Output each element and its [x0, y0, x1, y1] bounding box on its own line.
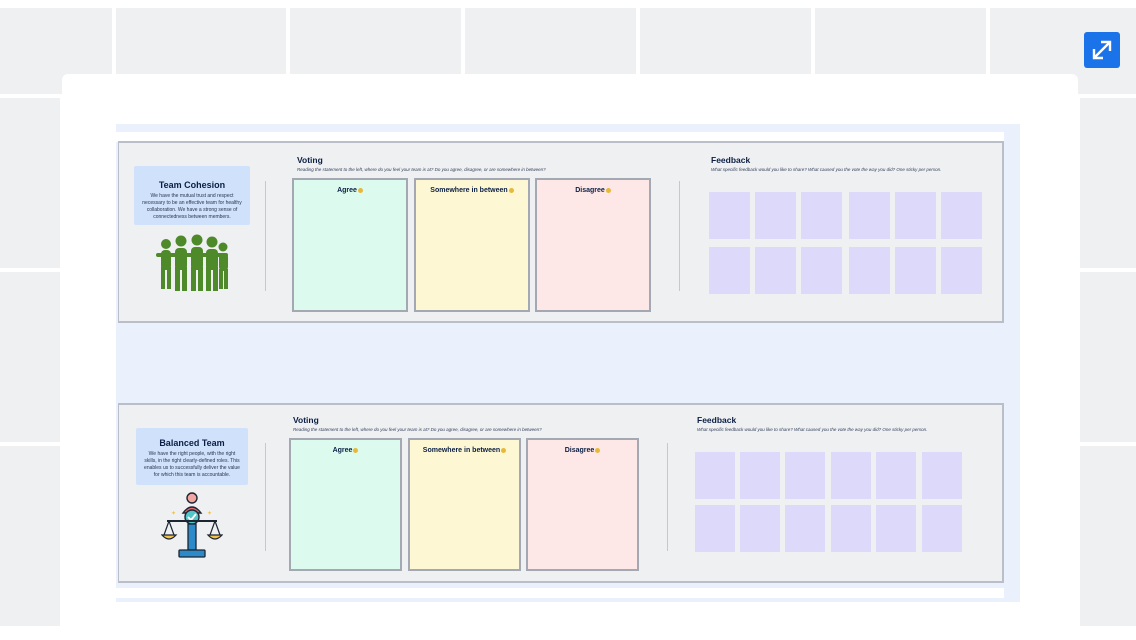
team-group-icon	[156, 234, 228, 291]
balance-scale-person-icon: ✦ ✦	[161, 492, 223, 558]
feedback-title: Feedback	[711, 155, 751, 165]
sticky-note[interactable]	[831, 505, 871, 552]
emoji-icon	[353, 447, 359, 453]
emoji-icon	[508, 187, 514, 193]
emoji-icon	[605, 187, 611, 193]
vote-area-between[interactable]: Somewhere in between	[408, 438, 521, 571]
sticky-note[interactable]	[785, 505, 825, 552]
sticky-note[interactable]	[755, 247, 796, 294]
sticky-note[interactable]	[709, 247, 750, 294]
vote-label: Somewhere in between	[422, 447, 501, 454]
sticky-note[interactable]	[895, 192, 936, 239]
vote-area-disagree[interactable]: Disagree	[535, 178, 651, 312]
sticky-note[interactable]	[849, 247, 890, 294]
section-team-cohesion: Team Cohesion We have the mutual trust a…	[118, 141, 1004, 323]
sticky-note[interactable]	[831, 452, 871, 499]
sticky-note[interactable]	[695, 505, 735, 552]
sticky-note[interactable]	[941, 247, 982, 294]
topic-card: Balanced Team We have the right people, …	[136, 428, 248, 485]
emoji-icon	[357, 187, 363, 193]
vote-area-agree[interactable]: Agree	[289, 438, 402, 571]
section-balanced-team: Balanced Team We have the right people, …	[118, 403, 1004, 583]
feedback-prompt: What specific feedback would you like to…	[711, 167, 942, 172]
svg-text:✦: ✦	[207, 510, 212, 517]
vote-label: Disagree	[564, 447, 595, 454]
sticky-note[interactable]	[785, 452, 825, 499]
sticky-note[interactable]	[801, 247, 842, 294]
sticky-note[interactable]	[876, 452, 916, 499]
vote-label: Somewhere in between	[430, 187, 508, 194]
vote-area-between[interactable]: Somewhere in between	[414, 178, 530, 312]
svg-text:✦: ✦	[171, 510, 176, 517]
emoji-icon	[595, 447, 601, 453]
sticky-note[interactable]	[801, 192, 842, 239]
voting-title: Voting	[297, 155, 323, 165]
vote-label: Agree	[337, 187, 357, 194]
sticky-note[interactable]	[941, 192, 982, 239]
sticky-note[interactable]	[876, 505, 916, 552]
topic-description: We have the right people, with the right…	[144, 451, 240, 478]
sticky-note[interactable]	[922, 452, 962, 499]
sticky-note[interactable]	[740, 452, 780, 499]
emoji-icon	[501, 447, 507, 453]
expand-button[interactable]	[1084, 32, 1120, 68]
voting-title: Voting	[293, 415, 319, 425]
sticky-note[interactable]	[709, 192, 750, 239]
sticky-note[interactable]	[755, 192, 796, 239]
vote-label: Disagree	[575, 187, 605, 194]
sticky-note[interactable]	[922, 505, 962, 552]
feedback-title: Feedback	[697, 415, 737, 425]
voting-prompt: Reading the statement to the left, where…	[293, 427, 542, 432]
vote-label: Agree	[332, 447, 353, 454]
sticky-note[interactable]	[849, 192, 890, 239]
sticky-note[interactable]	[895, 247, 936, 294]
voting-prompt: Reading the statement to the left, where…	[297, 167, 546, 172]
board-canvas[interactable]: Team Cohesion We have the mutual trust a…	[116, 124, 1020, 602]
expand-arrows-icon	[1092, 40, 1112, 60]
topic-title: Balanced Team	[159, 438, 225, 448]
topic-card: Team Cohesion We have the mutual trust a…	[134, 166, 250, 225]
vote-area-disagree[interactable]: Disagree	[526, 438, 639, 571]
vote-area-agree[interactable]: Agree	[292, 178, 408, 312]
feedback-prompt: What specific feedback would you like to…	[697, 427, 928, 432]
sticky-note[interactable]	[695, 452, 735, 499]
topic-description: We have the mutual trust and respect nec…	[142, 193, 242, 220]
topic-title: Team Cohesion	[158, 180, 226, 190]
sticky-note[interactable]	[740, 505, 780, 552]
